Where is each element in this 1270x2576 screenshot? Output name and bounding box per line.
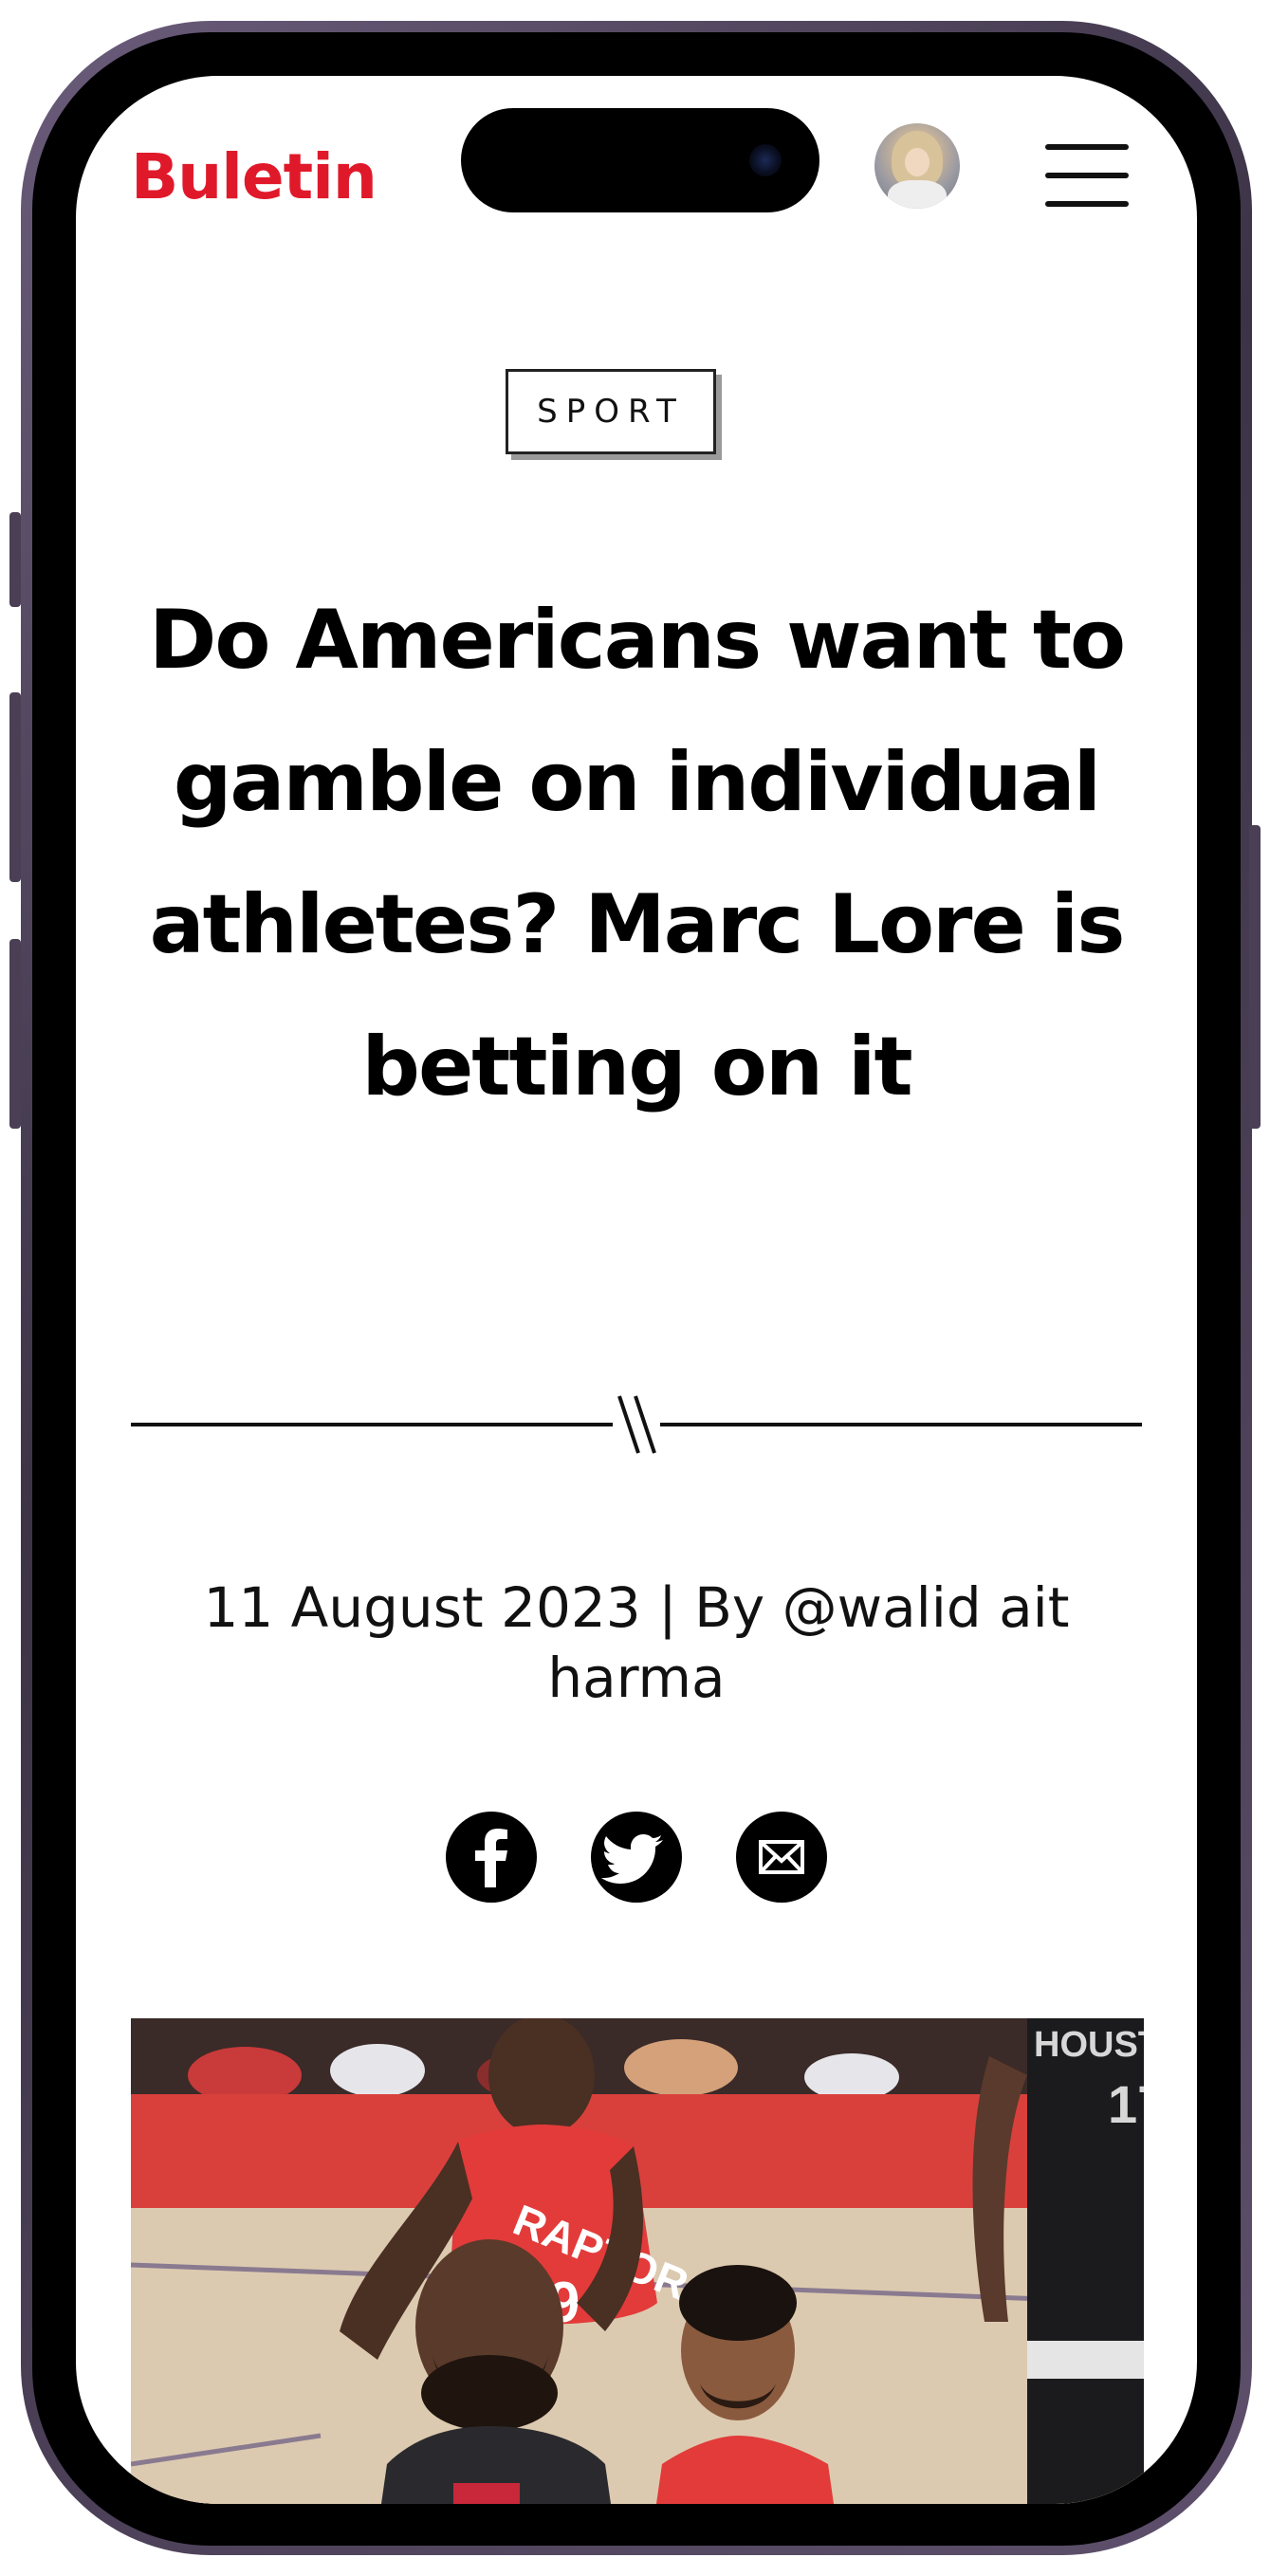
avatar-face [905,148,929,176]
category-tag[interactable]: SPORT [506,369,716,454]
article-meta: 11 August 2023 | By @walid ait harma [161,1573,1112,1713]
phone-action-button [9,512,21,607]
hamburger-menu-icon[interactable] [1038,144,1132,211]
menu-bar-middle [1045,173,1129,178]
opponent-jersey-number: 17 [1108,2074,1144,2134]
phone-power-button [1249,825,1261,1129]
section-divider [131,1394,1142,1455]
brand-logo[interactable]: Buletin [131,140,377,213]
email-icon[interactable] [736,1812,827,1903]
user-avatar[interactable] [874,123,960,209]
phone-volume-down-button [9,939,21,1129]
front-camera-icon [749,144,782,176]
phone-volume-up-button [9,692,21,882]
screen: Buletin SPORT Do Americans want to gambl… [76,76,1197,2504]
article-title: Do Americans want to gamble on individua… [148,593,1126,1114]
menu-bar-top [1045,144,1129,150]
category-tag-wrapper: SPORT [506,369,716,454]
dynamic-island [461,108,819,212]
basketball-players-photo[interactable]: HOUSTON 17 RAPTORS 9 [131,2018,1144,2504]
article-date: 11 August 2023 [203,1575,641,1640]
share-buttons [76,1812,1197,1906]
opponent-jersey-text: HOUSTON [1034,2025,1144,2065]
hero-illustration: HOUSTON 17 RAPTORS 9 [131,2018,1144,2504]
twitter-icon[interactable] [591,1812,682,1903]
avatar-body [888,180,947,209]
meta-separator: | [658,1575,677,1640]
facebook-icon[interactable] [446,1812,537,1903]
menu-bar-bottom [1045,201,1129,207]
